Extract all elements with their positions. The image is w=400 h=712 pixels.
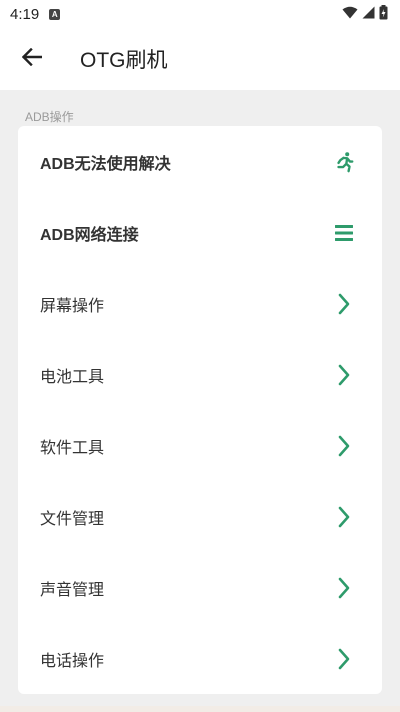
bottom-edge	[0, 706, 400, 712]
list-item-label: 声音管理	[40, 581, 105, 599]
list-item-label: 电话操作	[40, 652, 105, 670]
list-item-adb-fix[interactable]: ADB无法使用解决	[18, 126, 382, 197]
run-icon	[332, 150, 356, 174]
chevron-right-icon	[332, 292, 356, 316]
cellular-signal-icon	[362, 6, 375, 23]
list-item-label: 文件管理	[40, 510, 105, 528]
list-item-label: 电池工具	[40, 368, 105, 386]
status-icons	[342, 4, 388, 24]
list-item-files[interactable]: 文件管理	[18, 481, 382, 552]
chevron-right-icon	[332, 434, 356, 458]
chevron-right-icon	[332, 647, 356, 671]
list-item-label: 屏幕操作	[40, 297, 105, 315]
list-item-label: 软件工具	[40, 439, 105, 457]
app-bar: OTG刷机	[0, 28, 400, 90]
back-button[interactable]	[12, 39, 52, 79]
list-item-phone[interactable]: 电话操作	[18, 623, 382, 694]
page-title: OTG刷机	[80, 49, 168, 72]
list-item-adb-network[interactable]: ADB网络连接	[18, 197, 382, 268]
arrow-left-icon	[21, 47, 43, 70]
battery-charging-icon	[379, 4, 388, 24]
list-item-screen[interactable]: 屏幕操作	[18, 268, 382, 339]
list-item-label: ADB无法使用解决	[40, 155, 171, 173]
chevron-right-icon	[332, 576, 356, 600]
settings-card: ADB无法使用解决 ADB网络连接 屏幕操作 电池工具 软件工具 文件管理 声音…	[18, 126, 382, 694]
list-item-sound[interactable]: 声音管理	[18, 552, 382, 623]
status-time: 4:19	[10, 5, 40, 23]
menu-icon	[332, 221, 356, 245]
status-bar: 4:19 A	[0, 0, 400, 28]
list-item-battery[interactable]: 电池工具	[18, 339, 382, 410]
chevron-right-icon	[332, 505, 356, 529]
chevron-right-icon	[332, 363, 356, 387]
section-header: ADB操作	[25, 110, 74, 124]
list-item-software[interactable]: 软件工具	[18, 410, 382, 481]
list-item-label: ADB网络连接	[40, 226, 139, 244]
wifi-icon	[342, 6, 358, 23]
notification-icon: A	[49, 8, 61, 20]
